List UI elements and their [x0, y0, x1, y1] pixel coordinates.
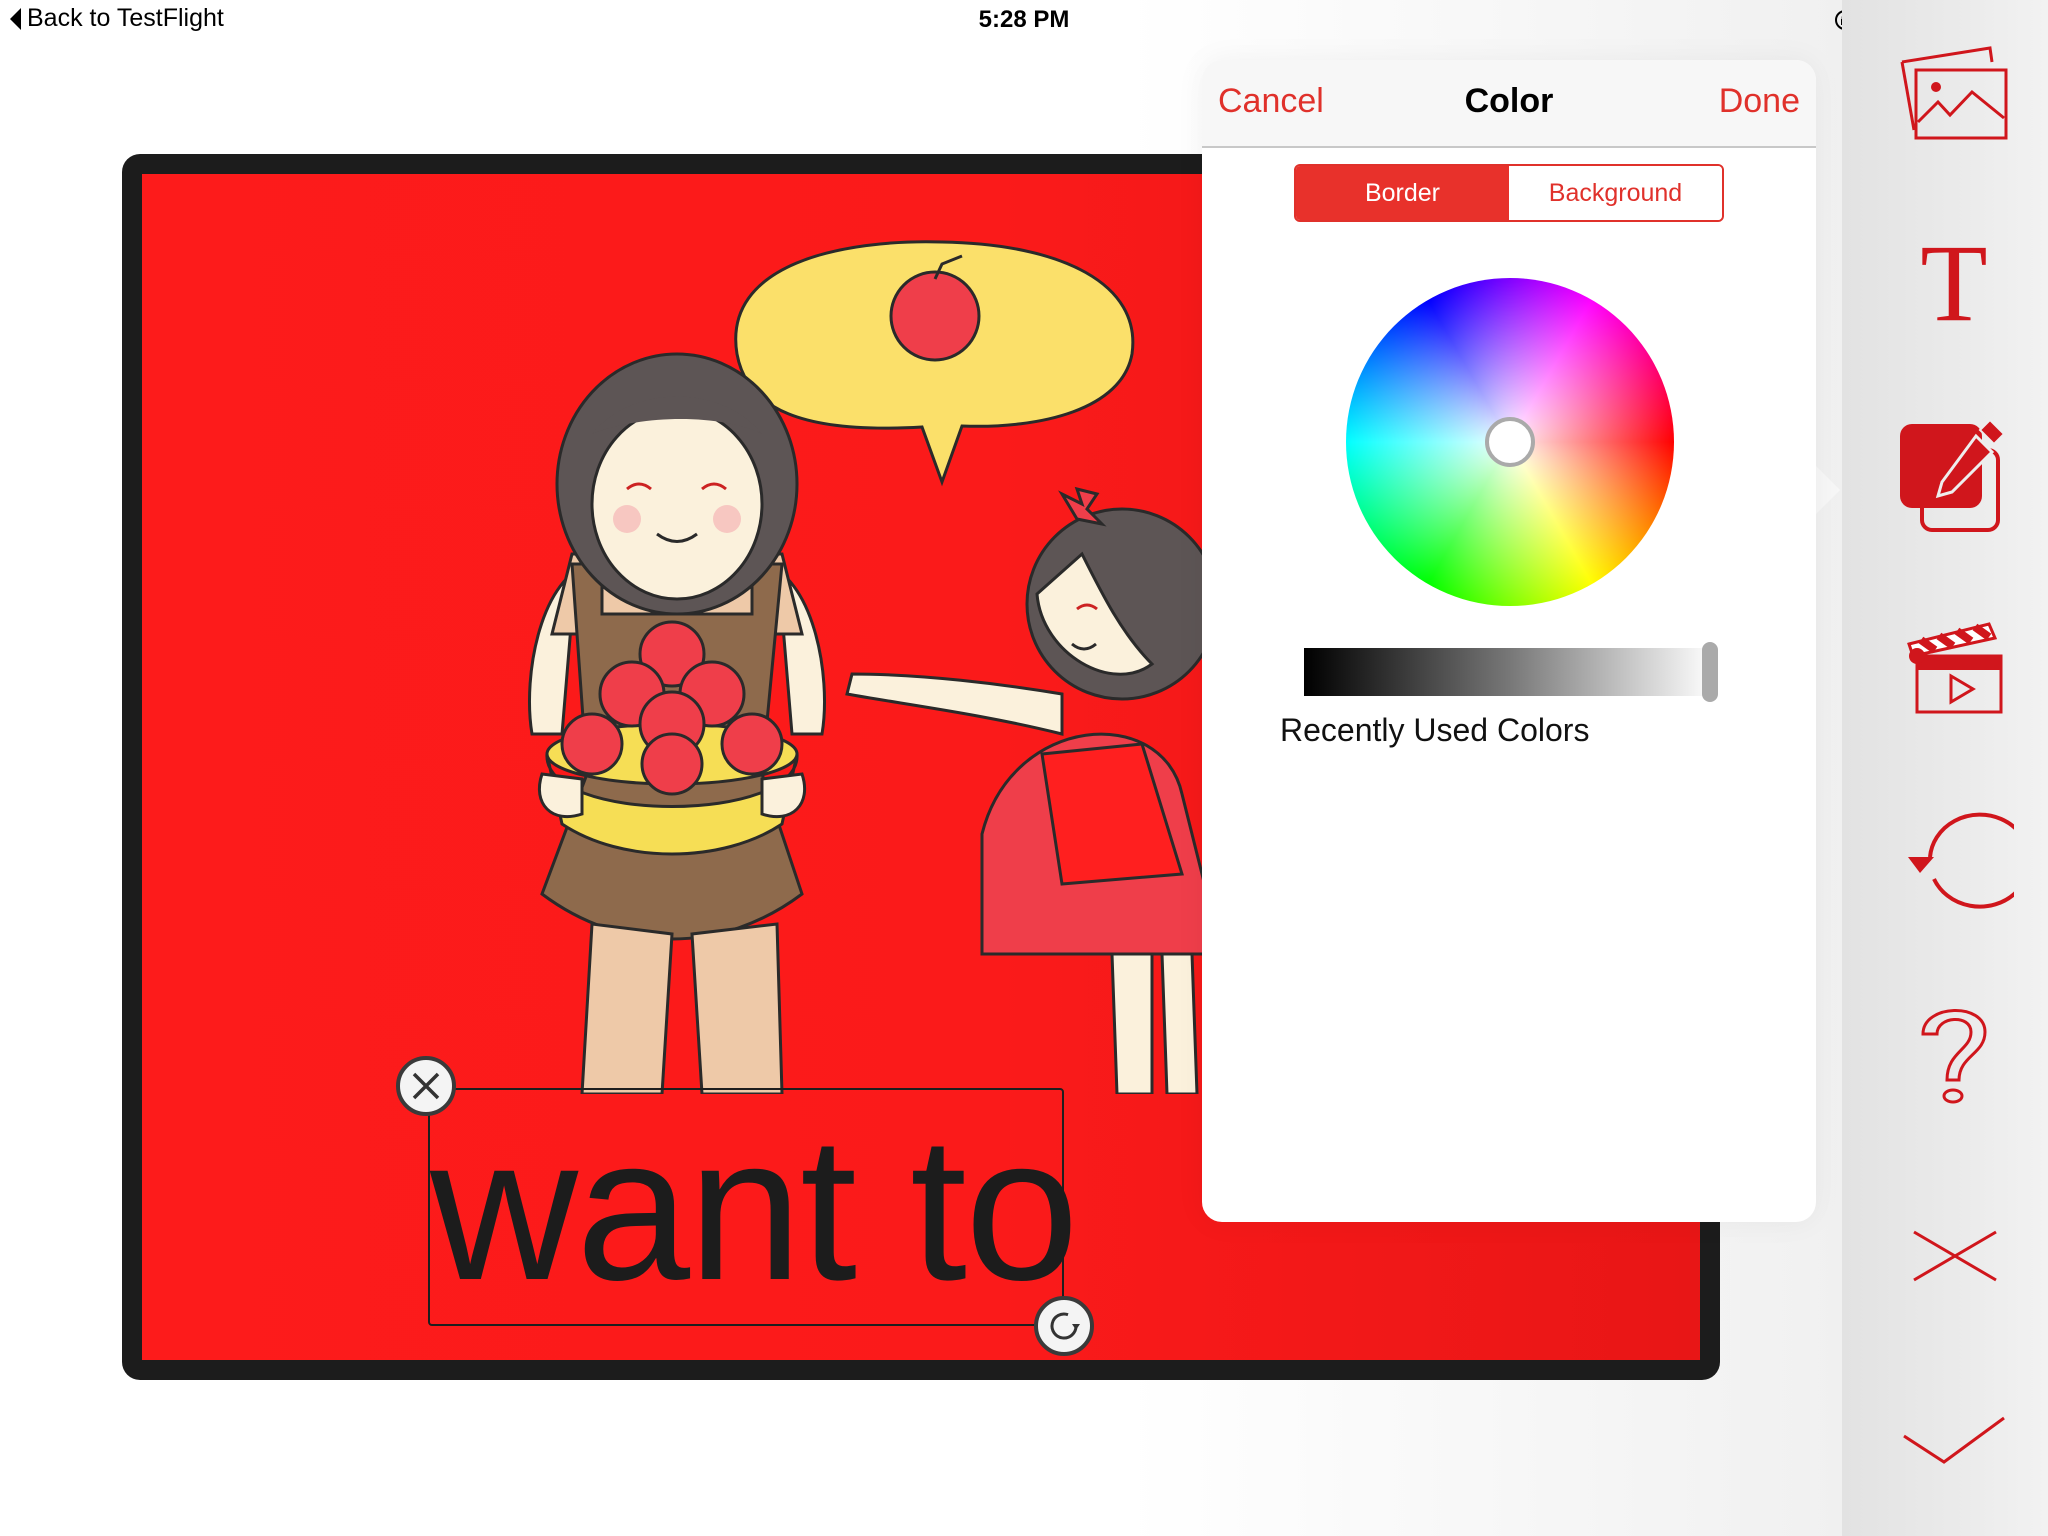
segment-background[interactable]: Background — [1509, 166, 1722, 220]
speech-bubble — [734, 240, 1135, 487]
done-button[interactable]: Done — [1719, 82, 1800, 121]
video-clapper-icon — [1907, 622, 2003, 714]
close-icon — [412, 1072, 440, 1100]
brightness-slider[interactable] — [1304, 642, 1724, 702]
brightness-slider-track[interactable] — [1304, 648, 1714, 696]
border-background-segmented-control: Border Background — [1294, 164, 1724, 222]
rotate-icon — [1050, 1312, 1080, 1340]
checkmark-icon — [1903, 1416, 2005, 1464]
color-wheel-knob[interactable] — [1485, 417, 1535, 467]
popover-navbar: Cancel Color Done — [1202, 60, 1816, 148]
help-icon — [1921, 1009, 1987, 1104]
back-to-testflight-link[interactable]: Back to TestFlight — [10, 4, 224, 33]
text-tool-button[interactable]: T — [1894, 222, 2014, 342]
color-wheel[interactable] — [1346, 278, 1674, 606]
image-gallery-icon — [1900, 46, 2008, 140]
color-picker-tool-button[interactable] — [1894, 414, 2014, 534]
delete-element-handle[interactable] — [396, 1056, 456, 1116]
text-icon: T — [1920, 232, 1987, 332]
status-time: 5:28 PM — [978, 6, 1070, 33]
recently-used-colors-label: Recently Used Colors — [1280, 712, 1590, 748]
back-arrow-icon — [10, 7, 21, 30]
brightness-slider-thumb[interactable] — [1702, 642, 1718, 702]
confirm-tool-button[interactable] — [1894, 1386, 2014, 1506]
cancel-x-icon — [1913, 1230, 1997, 1282]
cancel-button[interactable]: Cancel — [1218, 82, 1324, 121]
image-gallery-tool-button[interactable] — [1894, 30, 2014, 150]
color-popover: Cancel Color Done Border Background Rece… — [1202, 60, 1816, 1222]
segment-border[interactable]: Border — [1296, 166, 1509, 220]
video-tool-button[interactable] — [1894, 606, 2014, 726]
tool-sidebar: T — [1842, 0, 2048, 1536]
cancel-tool-button[interactable] — [1894, 1196, 2014, 1316]
color-picker-icon — [1900, 418, 2006, 532]
svg-text:T: T — [1920, 232, 1987, 332]
girl-figure — [845, 486, 1224, 1094]
status-bar: Back to TestFlight 5:28 PM 100% — [0, 0, 2048, 40]
text-element-content[interactable]: want to — [430, 1090, 1079, 1324]
back-label: Back to TestFlight — [27, 4, 224, 32]
help-tool-button[interactable] — [1894, 996, 2014, 1116]
mother-figure — [528, 352, 826, 1094]
text-element-frame[interactable]: want to — [428, 1088, 1079, 1326]
undo-tool-button[interactable] — [1894, 806, 2014, 926]
rotate-element-handle[interactable] — [1034, 1296, 1094, 1356]
undo-icon — [1908, 812, 2014, 909]
popover-arrow — [1814, 464, 1840, 516]
